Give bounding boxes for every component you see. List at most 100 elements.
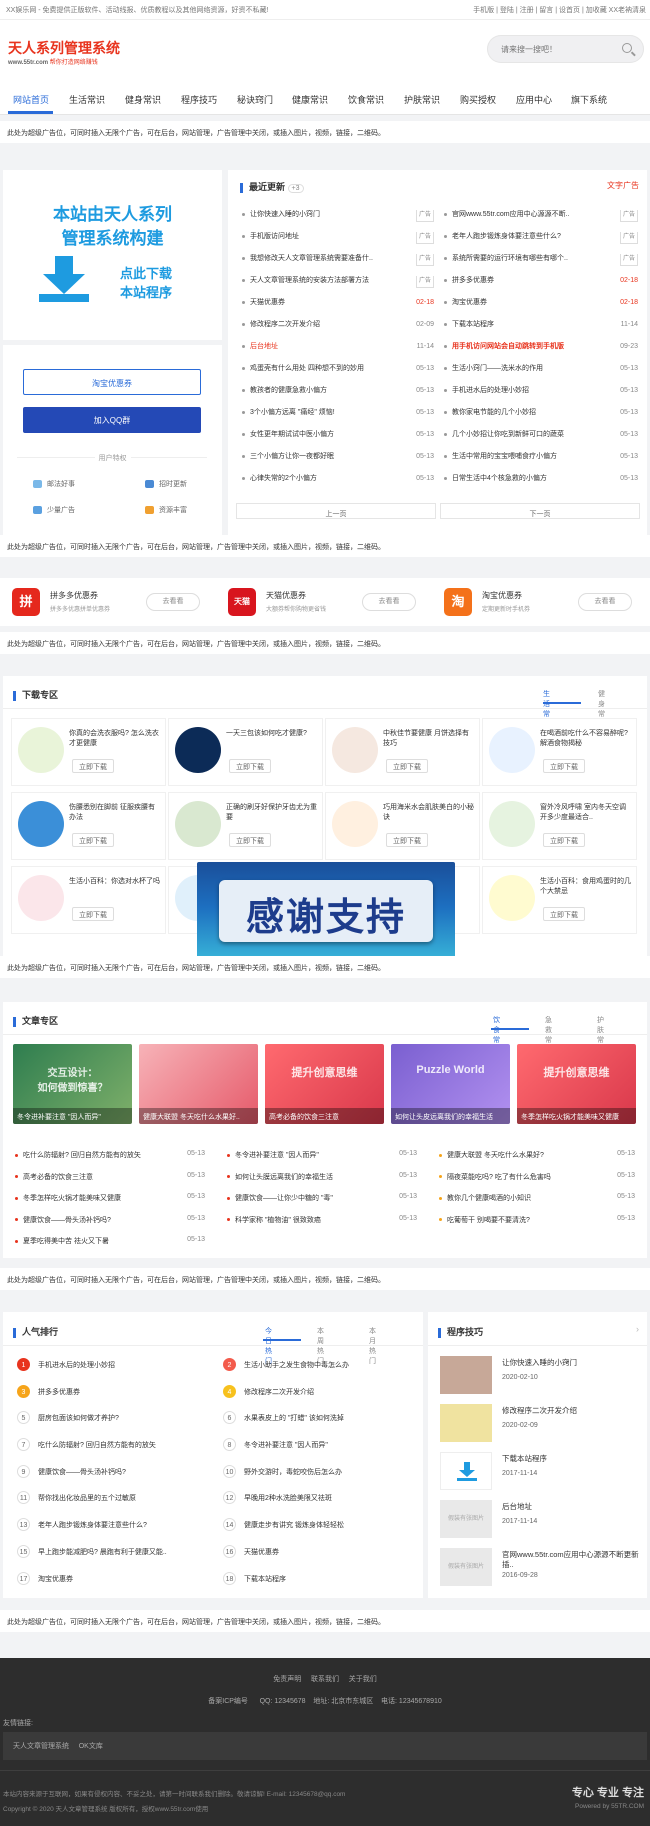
ranking-item[interactable]: 6 水果表皮上的 "打蜡" 该如何洗掉 bbox=[223, 1411, 413, 1438]
download-banner[interactable]: 本站由天人系列 管理系统构建 点此下载 本站程序 bbox=[3, 170, 222, 340]
article-list-item[interactable]: 健康饮食——让你少中糖的 "毒" 05-13 bbox=[227, 1193, 417, 1215]
latest-item[interactable]: 3个小偏方远离 "痛经" 烦恼! 05-13 bbox=[242, 408, 434, 430]
ranking-item[interactable]: 12 早晚用2种水洗脸美限又祛斑 bbox=[223, 1491, 413, 1518]
article-image[interactable]: 交互设计： 如何做到惊喜？ 冬令进补要注意 "因人而异" bbox=[13, 1044, 132, 1124]
ad-banner-5[interactable]: 此处为超级广告位，可同时插入无限个广告，可在后台，网站管理，广告管理中关闭，或插… bbox=[0, 1268, 650, 1290]
footer-link-contact[interactable]: 联系我们 bbox=[311, 1676, 339, 1683]
prev-page-button[interactable]: 上一页 bbox=[236, 503, 436, 519]
footer-link-disclaimer[interactable]: 免责声明 bbox=[273, 1676, 301, 1683]
article-list-item[interactable]: 吃葡萄干 别喝要不要清洗? 05-13 bbox=[439, 1215, 635, 1237]
latest-item[interactable]: 教你家电节能的几个小妙招 05-13 bbox=[444, 408, 638, 430]
article-list-item[interactable]: 夏季吃得美中苦 祛火又下暑 05-13 bbox=[15, 1236, 205, 1258]
coupon-name[interactable]: 拼多多优惠券 bbox=[50, 590, 98, 601]
latest-item[interactable]: 官网www.55tr.com应用中心源源不断.. 广告 bbox=[444, 210, 638, 232]
nav-tips[interactable]: 秘诀窍门 bbox=[237, 93, 273, 106]
coupon-view-button[interactable]: 去看看 bbox=[146, 593, 200, 611]
ranking-item[interactable]: 16 天猫优惠券 bbox=[223, 1544, 413, 1572]
article-list-item[interactable]: 教你几个健康喝酒的小知识 05-13 bbox=[439, 1193, 635, 1215]
download-button[interactable]: 立即下载 bbox=[72, 907, 114, 921]
download-item[interactable]: 中秋佳节要健康 月饼选择有技巧 立即下载 bbox=[325, 718, 480, 786]
tip-title[interactable]: 官网www.55tr.com应用中心源源不断更新插.. bbox=[502, 1550, 640, 1570]
next-page-button[interactable]: 下一页 bbox=[440, 503, 640, 519]
latest-item[interactable]: 我想修改天人文章管理系统需要准备什.. 广告 bbox=[242, 254, 434, 276]
download-button[interactable]: 立即下载 bbox=[543, 833, 585, 847]
download-button[interactable]: 立即下载 bbox=[543, 907, 585, 921]
article-list-item[interactable]: 吃什么防辐射? 回归自然方能有的放矢 05-13 bbox=[15, 1150, 205, 1172]
latest-item[interactable]: 鸡蛋壳有什么用处 四种想不到的妙用 05-13 bbox=[242, 364, 434, 386]
download-button[interactable]: 立即下载 bbox=[72, 833, 114, 847]
download-item[interactable]: 窗外冷风呼啸 室内冬天空调开多少度最适合.. 立即下载 bbox=[482, 792, 637, 860]
article-list-item[interactable]: 健康大联盟 冬天吃什么水果好? 05-13 bbox=[439, 1150, 635, 1172]
tip-thumb[interactable] bbox=[440, 1404, 492, 1442]
latest-item[interactable]: 用手机访问网站会自动跳转到手机版 09-23 bbox=[444, 342, 638, 364]
ranking-item[interactable]: 2 生活小助手之发生食物中毒怎么办 bbox=[223, 1358, 413, 1385]
download-item[interactable]: 你真的会洗衣服吗? 怎么洗衣才更健康 立即下载 bbox=[11, 718, 166, 786]
latest-item[interactable]: 日常生活中4个核急救的小偏方 05-13 bbox=[444, 474, 638, 496]
download-button[interactable]: 立即下载 bbox=[72, 759, 114, 773]
nav-program[interactable]: 程序技巧 bbox=[181, 93, 217, 106]
ranking-item[interactable]: 18 下载本站程序 bbox=[223, 1571, 413, 1599]
ranking-item[interactable]: 15 早上跑步能减肥吗? 晨跑有利于健康又能.. bbox=[17, 1544, 207, 1572]
ad-banner-3[interactable]: 此处为超级广告位，可同时插入无限个广告，可在后台，网站管理，广告管理中关闭，或插… bbox=[0, 632, 650, 654]
friend-link-1[interactable]: 天人文章管理系统 bbox=[13, 1743, 69, 1750]
ranking-item[interactable]: 3 拼多多优惠券 bbox=[17, 1384, 207, 1412]
top-links[interactable]: 手机版 | 登陆 | 注册 | 留言 | 设首页 | 加收藏 XX老衲清泉 bbox=[473, 5, 646, 15]
nav-life[interactable]: 生活常识 bbox=[69, 93, 105, 106]
latest-item[interactable]: 天猫优惠券 02-18 bbox=[242, 298, 434, 320]
coupon-name[interactable]: 淘宝优惠券 bbox=[482, 590, 522, 601]
nav-home[interactable]: 网站首页 bbox=[13, 93, 49, 106]
chevron-right-icon[interactable]: › bbox=[636, 1324, 639, 1334]
latest-item[interactable]: 修改程序二次开发介绍 02-09 bbox=[242, 320, 434, 342]
ranking-item[interactable]: 14 健康走步有讲究 锻炼身体轻轻松 bbox=[223, 1518, 413, 1545]
article-image[interactable]: Puzzle World 如何让头皮远离我们的幸福生活 bbox=[391, 1044, 510, 1124]
download-item[interactable]: 生活小百科：你选对水杯了吗 立即下载 bbox=[11, 866, 166, 934]
join-qq-button[interactable]: 加入QQ群 bbox=[23, 407, 201, 433]
nav-diet[interactable]: 饮食常识 bbox=[348, 93, 384, 106]
ranking-item[interactable]: 9 健康饮食——骨头汤补钙吗? bbox=[17, 1464, 207, 1492]
download-button[interactable]: 立即下载 bbox=[386, 833, 428, 847]
nav-systems[interactable]: 旗下系统 bbox=[571, 93, 607, 106]
ranking-item[interactable]: 7 吃什么防辐射? 回归自然方能有的放矢 bbox=[17, 1438, 207, 1465]
ranking-item[interactable]: 8 冬令进补要注意 "因人而异" bbox=[223, 1438, 413, 1465]
latest-item[interactable]: 老年人跑步锻炼身体要注意些什么? 广告 bbox=[444, 232, 638, 254]
latest-item[interactable]: 教孩者的健康急救小偏方 05-13 bbox=[242, 386, 434, 408]
article-list-item[interactable]: 冬季怎样吃火锅才能美味又健康 05-13 bbox=[15, 1193, 205, 1215]
tip-title[interactable]: 让你快速入睡的小窍门 bbox=[502, 1358, 640, 1368]
tip-title[interactable]: 后台地址 bbox=[502, 1502, 640, 1512]
search-icon[interactable] bbox=[622, 43, 632, 53]
article-list-item[interactable]: 高考必备的饮食三注意 05-13 bbox=[15, 1172, 205, 1194]
ranking-item[interactable]: 5 厨房包面该如何做才养护? bbox=[17, 1411, 207, 1438]
download-item[interactable]: 正确的刷牙好保护牙齿尤为重要 立即下载 bbox=[168, 792, 323, 860]
taobao-coupon-button[interactable]: 淘宝优惠券 bbox=[23, 369, 201, 395]
coupon-name[interactable]: 天猫优惠券 bbox=[266, 590, 306, 601]
tip-title[interactable]: 下载本站程序 bbox=[502, 1454, 640, 1464]
latest-item[interactable]: 天人文章管理系统的安装方法部署方法 广告 bbox=[242, 276, 434, 298]
coupon-view-button[interactable]: 去看看 bbox=[578, 593, 632, 611]
latest-item[interactable]: 后台地址 11-14 bbox=[242, 342, 434, 364]
nav-health[interactable]: 健康常识 bbox=[292, 93, 328, 106]
download-item[interactable]: 巧用海米水会肌肤美白的小秘诀 立即下载 bbox=[325, 792, 480, 860]
download-button[interactable]: 立即下载 bbox=[229, 759, 271, 773]
footer-link-about[interactable]: 关于我们 bbox=[349, 1676, 377, 1683]
latest-item[interactable]: 心律失常的2个小偏方 05-13 bbox=[242, 474, 434, 496]
tip-thumb[interactable]: 假装有张图片 bbox=[440, 1500, 492, 1538]
nav-skin[interactable]: 护肤常识 bbox=[404, 93, 440, 106]
latest-item[interactable]: 三个小偏方让你一夜都好眠 05-13 bbox=[242, 452, 434, 474]
article-list-item[interactable]: 隔夜菜能吃吗? 吃了有什么危害吗 05-13 bbox=[439, 1172, 635, 1194]
nav-apps[interactable]: 应用中心 bbox=[516, 93, 552, 106]
latest-item[interactable]: 女性更年期试试中医小偏方 05-13 bbox=[242, 430, 434, 452]
article-list-item[interactable]: 健康饮食——骨头汤补钙吗? 05-13 bbox=[15, 1215, 205, 1237]
nav-fitness[interactable]: 健身常识 bbox=[125, 93, 161, 106]
latest-item[interactable]: 几个小妙招让你吃到新鲜可口的蔬菜 05-13 bbox=[444, 430, 638, 452]
tip-thumb[interactable]: 假装有张图片 bbox=[440, 1548, 492, 1586]
article-list-item[interactable]: 如何让头膜远离我们的幸福生活 05-13 bbox=[227, 1172, 417, 1194]
download-item[interactable]: 伤腰悉别在脚前 征服疾腰有办法 立即下载 bbox=[11, 792, 166, 860]
latest-item[interactable]: 生活中常用的宝宝喂哺食疗小偏方 05-13 bbox=[444, 452, 638, 474]
download-item[interactable]: 一天三包该如何吃才健康? 立即下载 bbox=[168, 718, 323, 786]
tip-thumb[interactable] bbox=[440, 1452, 492, 1490]
download-button[interactable]: 立即下载 bbox=[229, 833, 271, 847]
article-list-item[interactable]: 科学家称 "植物油" 很致致癌 05-13 bbox=[227, 1215, 417, 1237]
article-image[interactable]: 提升创意思维 高考必备的饮食三注意 bbox=[265, 1044, 384, 1124]
coupon-icon[interactable]: 天猫 bbox=[228, 588, 256, 616]
ad-banner-6[interactable]: 此处为超级广告位，可同时插入无限个广告，可在后台，网站管理，广告管理中关闭，或插… bbox=[0, 1610, 650, 1632]
